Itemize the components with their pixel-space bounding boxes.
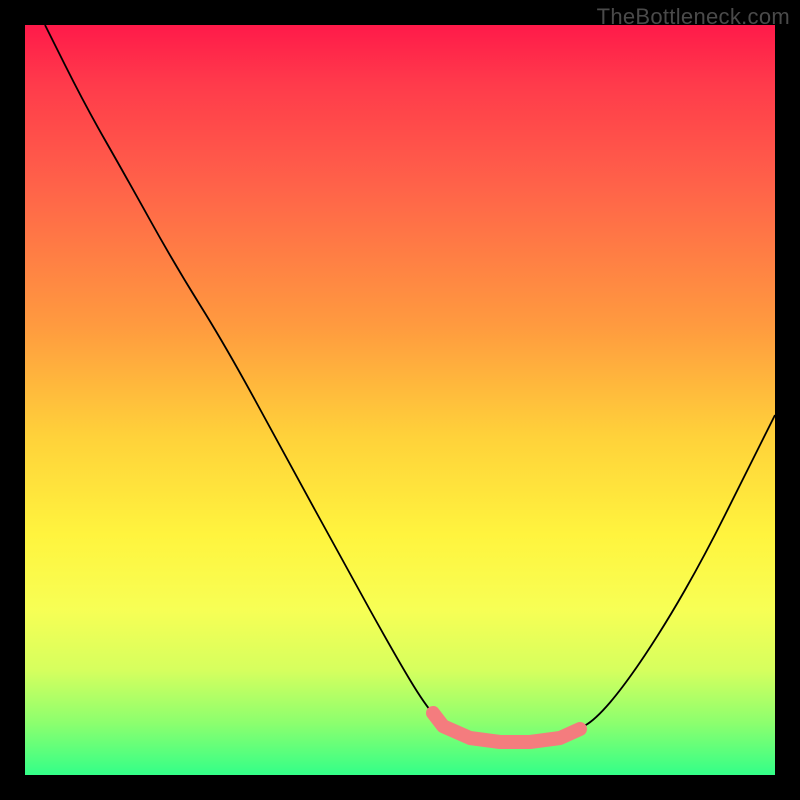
chart-stage: TheBottleneck.com [0,0,800,800]
accent-left-dash [433,713,443,726]
curve-layer [25,25,775,775]
watermark-text: TheBottleneck.com [597,4,790,30]
bottleneck-curve [45,25,775,742]
accent-flat-bottom [445,727,580,742]
plot-area [25,25,775,775]
